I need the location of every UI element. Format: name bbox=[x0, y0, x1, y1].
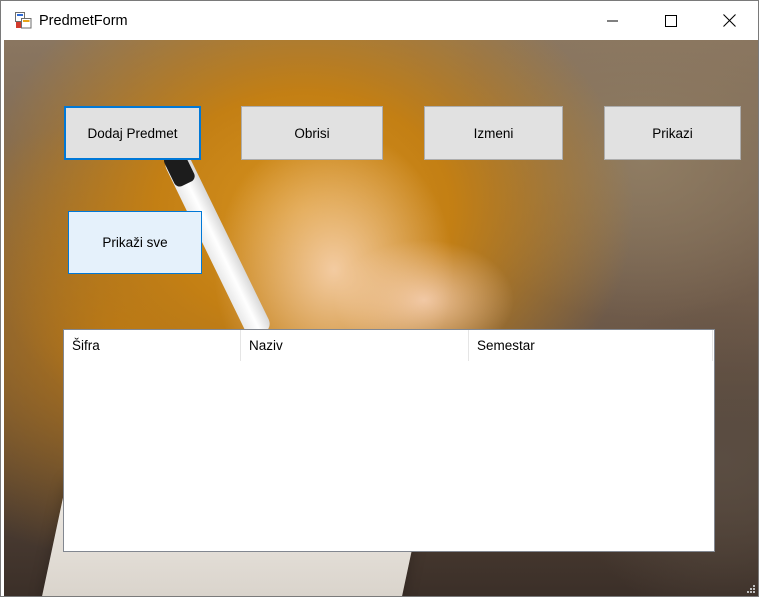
title-bar[interactable]: PredmetForm bbox=[1, 1, 758, 40]
column-header-semestar[interactable]: Semestar bbox=[469, 330, 713, 361]
dodaj-predmet-button[interactable]: Dodaj Predmet bbox=[64, 106, 201, 160]
predmet-list-view[interactable]: Šifra Naziv Semestar bbox=[63, 329, 715, 552]
app-icon bbox=[15, 12, 32, 29]
minimize-button[interactable] bbox=[584, 1, 642, 40]
prikazi-sve-button[interactable]: Prikaži sve bbox=[68, 211, 202, 274]
close-icon bbox=[722, 14, 736, 27]
close-button[interactable] bbox=[700, 1, 758, 40]
column-header-naziv[interactable]: Naziv bbox=[241, 330, 469, 361]
maximize-button[interactable] bbox=[642, 1, 700, 40]
window-title: PredmetForm bbox=[39, 13, 128, 29]
list-view-header: Šifra Naziv Semestar bbox=[64, 330, 714, 361]
maximize-icon bbox=[665, 14, 677, 27]
predmet-form-window: PredmetForm Dodaj Predmet Obrisi Izmeni … bbox=[0, 0, 759, 597]
obrisi-button[interactable]: Obrisi bbox=[241, 106, 383, 160]
minimize-icon bbox=[607, 20, 618, 21]
prikazi-button[interactable]: Prikazi bbox=[604, 106, 741, 160]
column-header-sifra[interactable]: Šifra bbox=[64, 330, 241, 361]
resize-grip-icon[interactable] bbox=[746, 584, 756, 594]
izmeni-button[interactable]: Izmeni bbox=[424, 106, 563, 160]
